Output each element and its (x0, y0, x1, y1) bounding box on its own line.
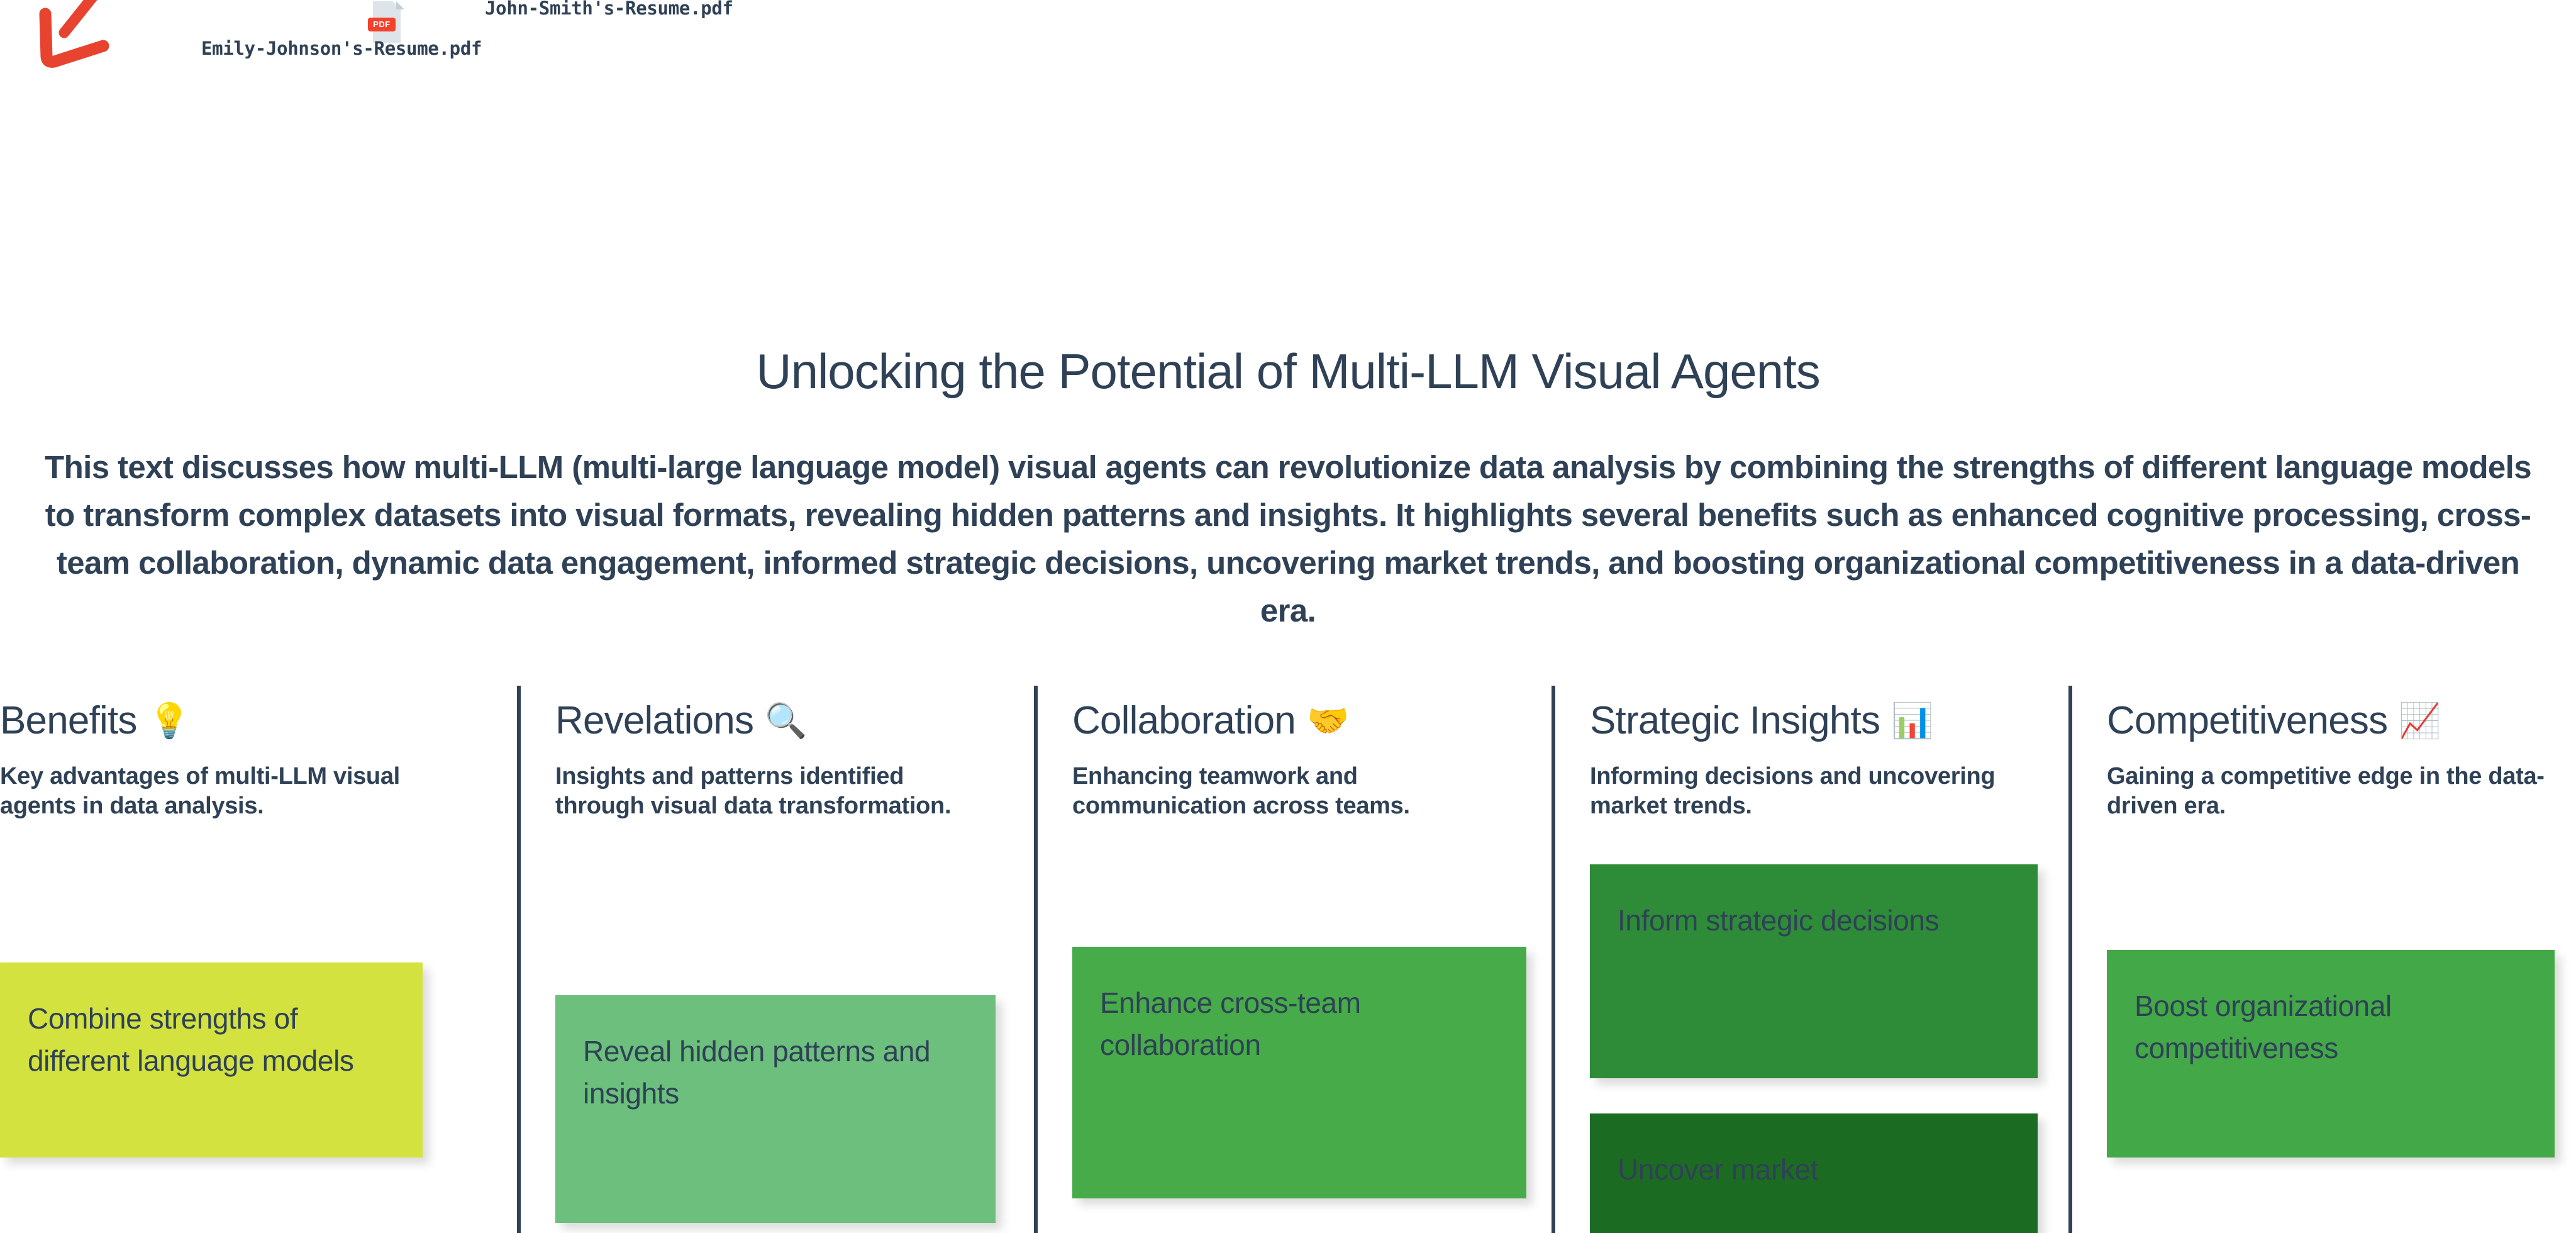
column-cards: Boost organizational competitiveness (2107, 950, 2560, 1158)
desktop-file-emily-johnson-resume[interactable]: Emily-Johnson's-Resume.pdf (201, 38, 482, 59)
chart-increasing-icon: 📈 (2399, 701, 2441, 740)
card[interactable]: Enhance cross-team collaboration (1072, 947, 1526, 1198)
column-subtitle: Gaining a competitive edge in the data-d… (2107, 763, 2545, 819)
card[interactable]: Inform strategic decisions (1590, 864, 2038, 1078)
bar-chart-icon: 📊 (1891, 701, 1933, 740)
column-benefits: Benefits 💡 Key advantages of multi-LLM v… (0, 686, 517, 1233)
column-subtitle: Informing decisions and uncovering marke… (1590, 763, 1996, 819)
card[interactable]: Boost organizational competitiveness (2107, 950, 2555, 1158)
column-heading: Revelations 🔍 (555, 698, 1009, 743)
card[interactable]: Combine strengths of different language … (0, 962, 423, 1158)
page-summary-paragraph: This text discusses how multi-LLM (multi… (45, 449, 2532, 628)
column-heading: Strategic Insights 📊 (1590, 698, 2043, 743)
column-heading: Competitiveness 📈 (2107, 698, 2560, 743)
handshake-icon: 🤝 (1306, 701, 1349, 740)
column-cards: Combine strengths of different language … (0, 962, 492, 1158)
column-revelations: Revelations 🔍 Insights and patterns iden… (517, 686, 1034, 1233)
red-arrow-annotation (39, 0, 109, 68)
file-label: John-Smith's-Resume.pdf (485, 0, 733, 19)
column-cards: Inform strategic decisions Uncover marke… (1590, 864, 2043, 1233)
column-heading-label: Benefits (0, 699, 137, 742)
column-heading: Collaboration 🤝 (1072, 698, 1526, 743)
file-label: Emily-Johnson's-Resume.pdf (201, 38, 482, 59)
card[interactable]: Uncover market (1590, 1113, 2038, 1233)
column-heading-label: Strategic Insights (1590, 699, 1880, 742)
column-collaboration: Collaboration 🤝 Enhancing teamwork and c… (1034, 686, 1552, 1233)
column-strategic-insights: Strategic Insights 📊 Informing decisions… (1552, 686, 2068, 1233)
light-bulb-icon: 💡 (148, 701, 191, 740)
column-competitiveness: Competitiveness 📈 Gaining a competitive … (2068, 686, 2576, 1233)
column-cards: Enhance cross-team collaboration (1072, 947, 1526, 1198)
column-subtitle: Key advantages of multi-LLM visual agent… (0, 763, 400, 819)
screen: PDF John-Smith's-Resume.pdf Emily-Johnso… (0, 0, 2576, 1233)
pdf-badge-label: PDF (368, 18, 396, 31)
page-title: Unlocking the Potential of Multi-LLM Vis… (756, 343, 1821, 399)
column-heading: Benefits 💡 (0, 698, 492, 743)
column-heading-label: Collaboration (1072, 699, 1296, 742)
column-cards: Reveal hidden patterns and insights (555, 995, 1009, 1223)
column-heading-label: Competitiveness (2107, 699, 2388, 742)
card[interactable]: Reveal hidden patterns and insights (555, 995, 996, 1223)
infographic-columns: Benefits 💡 Key advantages of multi-LLM v… (0, 686, 2576, 1233)
column-subtitle: Enhancing teamwork and communication acr… (1072, 763, 1410, 819)
column-subtitle: Insights and patterns identified through… (555, 763, 952, 819)
magnifying-glass-icon: 🔍 (765, 701, 807, 740)
pdf-page-fold (396, 1, 404, 9)
column-heading-label: Revelations (555, 699, 754, 742)
